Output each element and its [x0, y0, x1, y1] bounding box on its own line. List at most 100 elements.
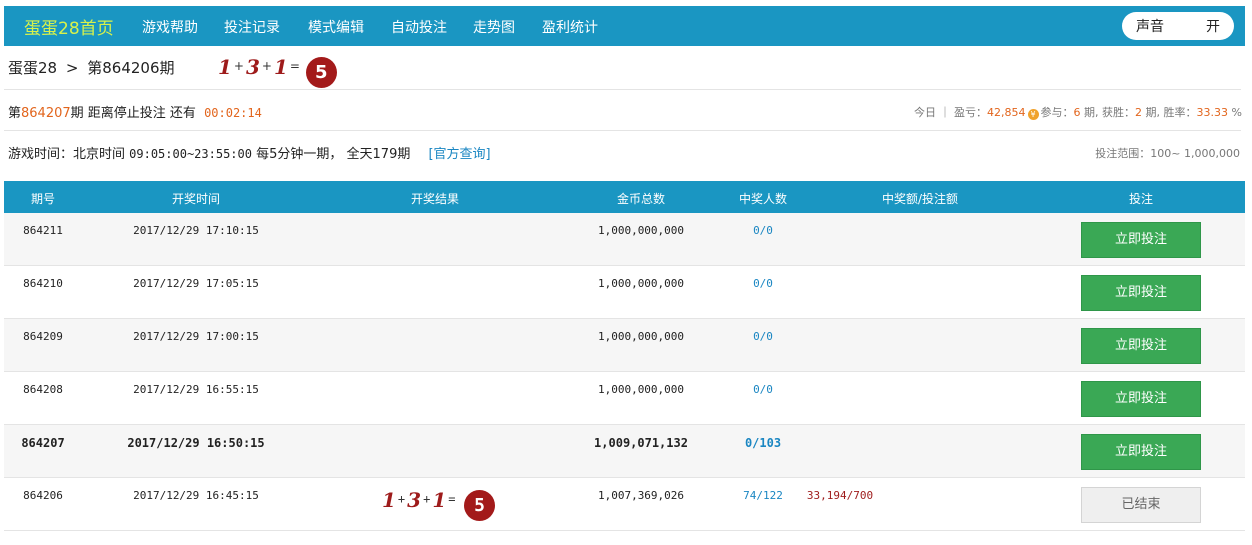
- col-win-bet-ratio: 中奖额/投注额: [881, 192, 959, 206]
- equals-sign: =: [448, 492, 456, 506]
- table-row-current: 864207 2017/12/29 16:50:15 1,009,071,132…: [4, 425, 1245, 478]
- bet-now-button[interactable]: 立即投注: [1081, 381, 1201, 417]
- plus-sign: +: [233, 59, 244, 73]
- breadcrumb-period: 第864206期: [87, 59, 175, 77]
- cell-winner-count[interactable]: 0/0: [753, 224, 773, 237]
- nav-item-mode-edit[interactable]: 模式编辑: [308, 17, 364, 37]
- cell-winner-count[interactable]: 0/0: [753, 330, 773, 343]
- cell-period: 864211: [23, 224, 63, 237]
- nav-item-auto-bet[interactable]: 自动投注: [391, 17, 447, 37]
- result-sum-ball: 5: [464, 490, 496, 521]
- result-digit-1: 1: [218, 55, 232, 79]
- sound-toggle[interactable]: 声音 开: [1122, 12, 1234, 40]
- cell-period: 864206: [23, 489, 63, 502]
- plus-sign: +: [261, 59, 272, 73]
- cell-period: 864210: [23, 277, 63, 290]
- nav-item-trend-chart[interactable]: 走势图: [473, 17, 515, 37]
- cell-draw-time: 2017/12/29 17:00:15: [133, 330, 259, 343]
- plus-sign: +: [397, 492, 406, 506]
- result-digit-2: 3: [407, 488, 422, 512]
- coin-icon: ¥: [1027, 109, 1039, 120]
- col-coin-total: 金币总数: [616, 192, 666, 206]
- result-digit-2: 3: [245, 55, 260, 79]
- result-digit-3: 1: [432, 488, 447, 512]
- cell-draw-time: 2017/12/29 16:55:15: [133, 383, 259, 396]
- equals-sign: =: [289, 59, 300, 73]
- plus-sign: +: [423, 492, 431, 506]
- bet-now-button[interactable]: 立即投注: [1081, 275, 1201, 311]
- stats-join-label: 参与：: [1040, 106, 1074, 119]
- bet-now-button[interactable]: 立即投注: [1081, 328, 1201, 364]
- result-sum-ball: 5: [305, 57, 337, 88]
- divider: [4, 130, 1241, 131]
- col-winner-count: 中奖人数: [738, 192, 788, 206]
- game-time-label: 游戏时间：北京时间: [8, 147, 126, 162]
- col-period: 期号: [30, 192, 56, 206]
- cell-coin-total: 1,000,000,000: [597, 224, 685, 237]
- game-time-info: 游戏时间：北京时间 09:05:00~23:55:00 每5分钟一期， 全天17…: [8, 143, 491, 162]
- col-bet: 投注: [1128, 192, 1154, 206]
- cell-winner-count[interactable]: 0/0: [753, 383, 773, 396]
- nav-item-profit-stats[interactable]: 盈利统计: [542, 17, 598, 37]
- cell-coin-total: 1,000,000,000: [597, 383, 685, 396]
- breadcrumb: 蛋蛋28 > 第864206期: [8, 57, 179, 78]
- cell-draw-time: 2017/12/29 17:05:15: [133, 277, 259, 290]
- top-nav: 蛋蛋28首页 游戏帮助 投注记录 模式编辑 自动投注 走势图 盈利统计 声音 开: [4, 6, 1245, 46]
- cell-draw-result: 1 +3 +1 = 5: [382, 488, 496, 521]
- stats-rate: 33.33: [1196, 106, 1229, 119]
- cell-coin-total: 1,007,369,026: [597, 489, 685, 502]
- game-time-hours: 09:05:00~23:55:00: [129, 147, 252, 161]
- table-row: 864210 2017/12/29 17:05:15 1,000,000,000…: [4, 266, 1245, 319]
- breadcrumb-separator: >: [65, 59, 79, 77]
- cell-winner-count[interactable]: 0/0: [753, 277, 773, 290]
- countdown-prefix: 第: [8, 106, 22, 121]
- today-stats: 今日 ｜ 盈亏：42,854 ¥ 参与：6 期, 获胜：2 期, 胜率：33.33 …: [914, 104, 1242, 120]
- col-draw-result: 开奖结果: [410, 192, 460, 206]
- breadcrumb-game[interactable]: 蛋蛋28: [8, 59, 57, 77]
- divider: [4, 89, 1241, 90]
- countdown-row: 第864207期 距离停止投注 还有 00:02:14: [8, 102, 262, 121]
- sound-toggle-value: 开: [1206, 19, 1220, 35]
- cell-coin-total: 1,000,000,000: [597, 330, 685, 343]
- table-row: 864211 2017/12/29 17:10:15 1,000,000,000…: [4, 213, 1245, 266]
- table-row: 864208 2017/12/29 16:55:15 1,000,000,000…: [4, 372, 1245, 425]
- cell-win-bet-ratio: 33,194/700: [806, 489, 874, 502]
- cell-draw-time: 2017/12/29 17:10:15: [133, 224, 259, 237]
- table-row: 864206 2017/12/29 16:45:15 1 +3 +1 = 5 1,00…: [4, 478, 1245, 531]
- ended-button[interactable]: 已结束: [1081, 487, 1201, 523]
- cell-period: 864207: [21, 436, 65, 450]
- cell-draw-time: 2017/12/29 16:50:15: [127, 436, 265, 450]
- table-row: 864209 2017/12/29 17:00:15 1,000,000,000…: [4, 319, 1245, 372]
- nav-item-help[interactable]: 游戏帮助: [142, 17, 198, 37]
- latest-result: 1 +3 +1 = 5: [218, 55, 337, 88]
- cell-coin-total: 1,009,071,132: [594, 436, 688, 450]
- countdown-suffix: 期 距离停止投注 还有: [70, 106, 196, 121]
- nav-item-bet-records[interactable]: 投注记录: [224, 17, 280, 37]
- stats-today-label: 今日 ｜ 盈亏：: [914, 106, 988, 119]
- official-query-link[interactable]: [官方查询]: [428, 147, 490, 162]
- cell-winner-count[interactable]: 74/122: [743, 489, 783, 502]
- bet-now-button[interactable]: 立即投注: [1081, 222, 1201, 258]
- col-draw-time: 开奖时间: [171, 192, 221, 206]
- table-header: 期号 开奖时间 开奖结果 金币总数 中奖人数 中奖额/投注额 投注: [4, 181, 1245, 213]
- stats-win-label: 期, 获胜：: [1084, 106, 1136, 119]
- nav-home-link[interactable]: 蛋蛋28首页: [24, 14, 114, 39]
- cell-period: 864208: [23, 383, 63, 396]
- current-period: 864207: [21, 106, 71, 121]
- cell-draw-time: 2017/12/29 16:45:15: [133, 489, 259, 502]
- game-time-desc: 每5分钟一期， 全天179期: [256, 147, 411, 162]
- bet-now-button[interactable]: 立即投注: [1081, 434, 1201, 470]
- stats-profit: 42,854: [987, 106, 1026, 119]
- stats-percent: %: [1231, 106, 1242, 119]
- result-digit-1: 1: [382, 488, 396, 512]
- stats-win: 2: [1135, 106, 1143, 119]
- cell-winner-count[interactable]: 0/103: [745, 436, 781, 450]
- result-digit-3: 1: [273, 55, 288, 79]
- sound-toggle-label: 声音: [1136, 19, 1164, 35]
- bet-range: 投注范围：100~ 1,000,000: [1095, 147, 1240, 160]
- cell-period: 864209: [23, 330, 63, 343]
- stats-rate-label: 期, 胜率：: [1145, 106, 1197, 119]
- stats-join: 6: [1073, 106, 1081, 119]
- countdown-timer: 00:02:14: [204, 106, 262, 120]
- cell-coin-total: 1,000,000,000: [597, 277, 685, 290]
